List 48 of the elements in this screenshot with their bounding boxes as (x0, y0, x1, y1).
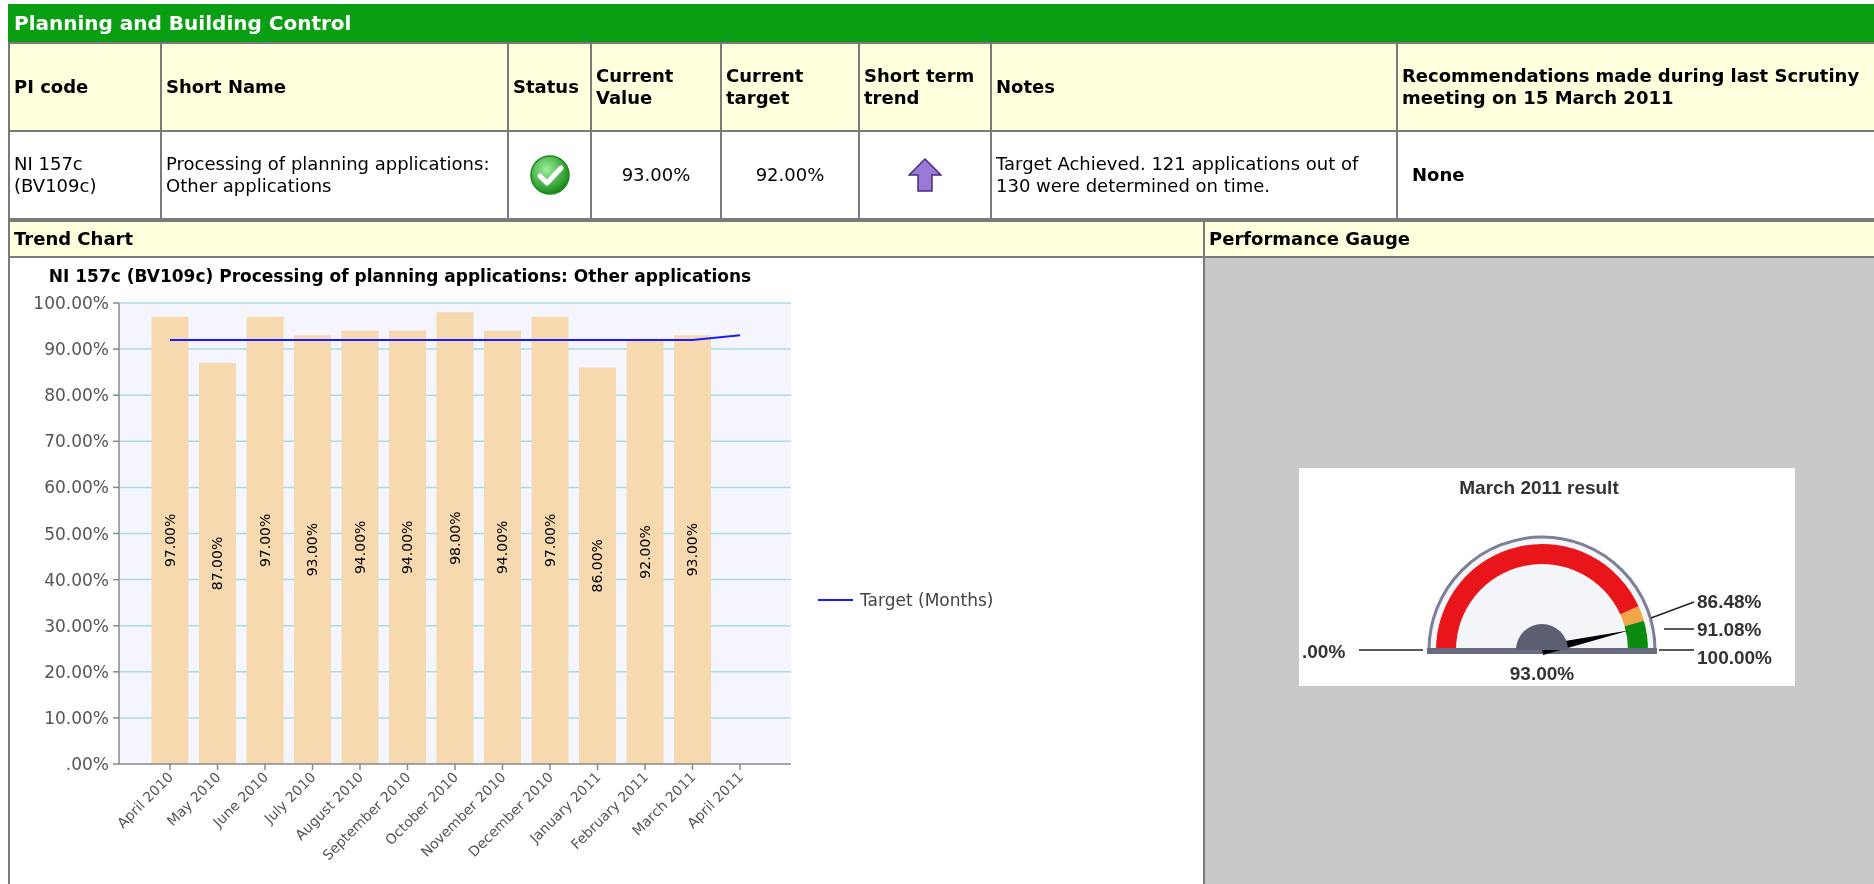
axis-label: 60.00% (44, 477, 109, 498)
axis-label: 20.00% (44, 661, 109, 682)
axis-label: 40.00% (44, 569, 109, 590)
data-label: 92.00% (637, 525, 653, 579)
column-header: Short Name (161, 43, 508, 131)
needle-hub-icon (1515, 624, 1568, 650)
leader-line (1649, 601, 1695, 619)
data-label: 98.00% (447, 511, 463, 565)
section-header: Performance Gauge (1204, 221, 1874, 257)
section-title: Planning and Building Control (8, 4, 1874, 42)
axis-label: 50.00% (44, 523, 109, 544)
column-header: Current Value (591, 43, 721, 131)
data-label: 87.00% (209, 536, 226, 591)
scale-label: 86.48% (1696, 591, 1761, 612)
column-header: Notes (991, 43, 1397, 131)
leader-line (1657, 649, 1695, 651)
gauge-title: March 2011 result (1458, 477, 1619, 498)
leader-line (1357, 649, 1424, 651)
column-header: Short term trend (859, 43, 991, 131)
axis-label: 10.00% (44, 707, 109, 728)
axis-label: 100.00% (33, 293, 109, 313)
legend-label: Target (Months) (860, 590, 994, 610)
axis-label: 90.00% (44, 339, 109, 360)
leader-line (1662, 628, 1695, 630)
axis-label: 80.00% (44, 385, 109, 406)
legend-line-icon (817, 599, 854, 601)
scale-label: 91.08% (1696, 619, 1761, 640)
section-header: Trend Chart (9, 221, 1204, 257)
gauge-reading: 93.00% (1509, 663, 1574, 684)
data-label: 94.00% (494, 520, 511, 575)
scale-label: 100.00% (1696, 647, 1772, 668)
column-header: Current target (721, 43, 859, 131)
data-label: 94.00% (352, 520, 368, 575)
chart-title: NI 157c (BV109c) Processing of planning applications: Other applications (48, 266, 752, 286)
data-label: 97.00% (257, 513, 273, 568)
scale-label: .00% (1301, 641, 1345, 662)
axis-label: 30.00% (44, 615, 109, 636)
column-header: Recommendations made during last Scrutiny meeting on 15 March 2011 (1397, 43, 1874, 131)
data-label: 86.00% (589, 539, 606, 593)
data-label: 94.00% (399, 520, 416, 575)
data-label: 93.00% (304, 522, 321, 577)
column-header: PI code (9, 43, 161, 131)
data-label: 93.00% (684, 522, 701, 577)
axis-label: .00% (65, 754, 109, 774)
column-header: Status (508, 43, 591, 131)
data-label: 97.00% (162, 513, 178, 568)
data-label: 97.00% (542, 513, 558, 568)
axis-label: 70.00% (44, 431, 109, 452)
